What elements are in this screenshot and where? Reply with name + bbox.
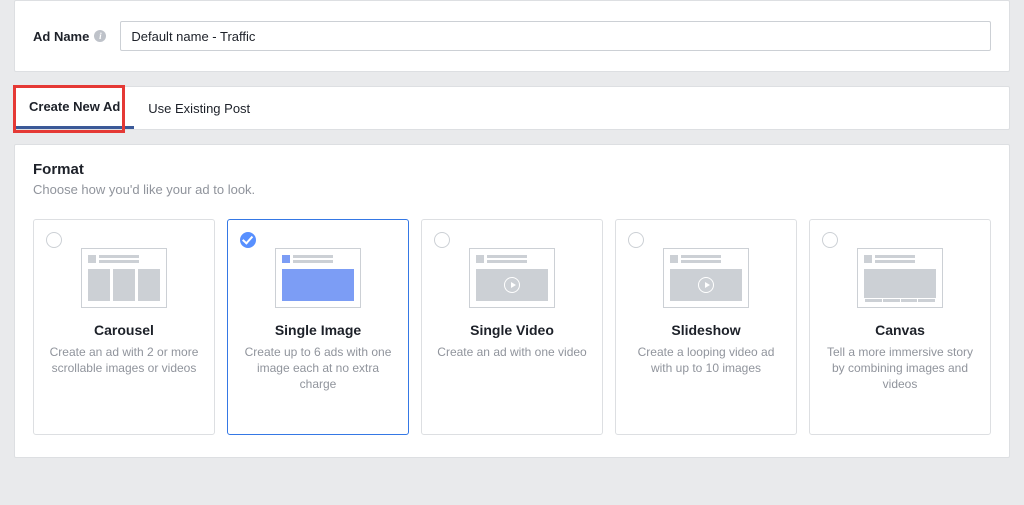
format-title: Carousel	[44, 322, 204, 338]
single-video-icon	[469, 248, 555, 308]
tab-create-new-ad[interactable]: Create New Ad	[15, 87, 134, 129]
format-card-single-image[interactable]: Single Image Create up to 6 ads with one…	[227, 219, 409, 435]
format-heading: Format	[33, 161, 991, 178]
radio-slideshow[interactable]	[628, 232, 644, 248]
play-icon	[698, 277, 714, 293]
format-card-single-video[interactable]: Single Video Create an ad with one video	[421, 219, 603, 435]
slideshow-icon	[663, 248, 749, 308]
ad-source-tabs: Create New Ad Use Existing Post	[14, 86, 1010, 130]
ad-name-label-text: Ad Name	[33, 29, 89, 44]
format-title: Single Video	[432, 322, 592, 338]
ad-name-panel: Ad Name i	[14, 0, 1010, 72]
ad-name-label: Ad Name i	[33, 29, 106, 44]
format-desc: Create a looping video ad with up to 10 …	[626, 344, 786, 376]
format-title: Canvas	[820, 322, 980, 338]
format-desc: Create up to 6 ads with one image each a…	[238, 344, 398, 393]
single-image-icon	[275, 248, 361, 308]
format-card-slideshow[interactable]: Slideshow Create a looping video ad with…	[615, 219, 797, 435]
canvas-thumbstrip	[864, 298, 936, 303]
format-title: Single Image	[238, 322, 398, 338]
canvas-icon	[857, 248, 943, 308]
format-desc: Create an ad with one video	[432, 344, 592, 360]
format-desc: Tell a more immersive story by combining…	[820, 344, 980, 393]
format-panel: Format Choose how you'd like your ad to …	[14, 144, 1010, 458]
tab-label: Use Existing Post	[148, 101, 250, 116]
ad-name-input[interactable]	[120, 21, 991, 51]
carousel-icon	[81, 248, 167, 308]
format-subtext: Choose how you'd like your ad to look.	[33, 182, 991, 197]
format-title: Slideshow	[626, 322, 786, 338]
format-card-carousel[interactable]: Carousel Create an ad with 2 or more scr…	[33, 219, 215, 435]
tab-use-existing-post[interactable]: Use Existing Post	[134, 87, 264, 129]
radio-single-video[interactable]	[434, 232, 450, 248]
format-card-canvas[interactable]: Canvas Tell a more immersive story by co…	[809, 219, 991, 435]
radio-single-image[interactable]	[240, 232, 256, 248]
tab-label: Create New Ad	[29, 99, 120, 114]
radio-canvas[interactable]	[822, 232, 838, 248]
info-icon[interactable]: i	[94, 30, 106, 42]
play-icon	[504, 277, 520, 293]
format-desc: Create an ad with 2 or more scrollable i…	[44, 344, 204, 376]
radio-carousel[interactable]	[46, 232, 62, 248]
format-options: Carousel Create an ad with 2 or more scr…	[33, 219, 991, 435]
